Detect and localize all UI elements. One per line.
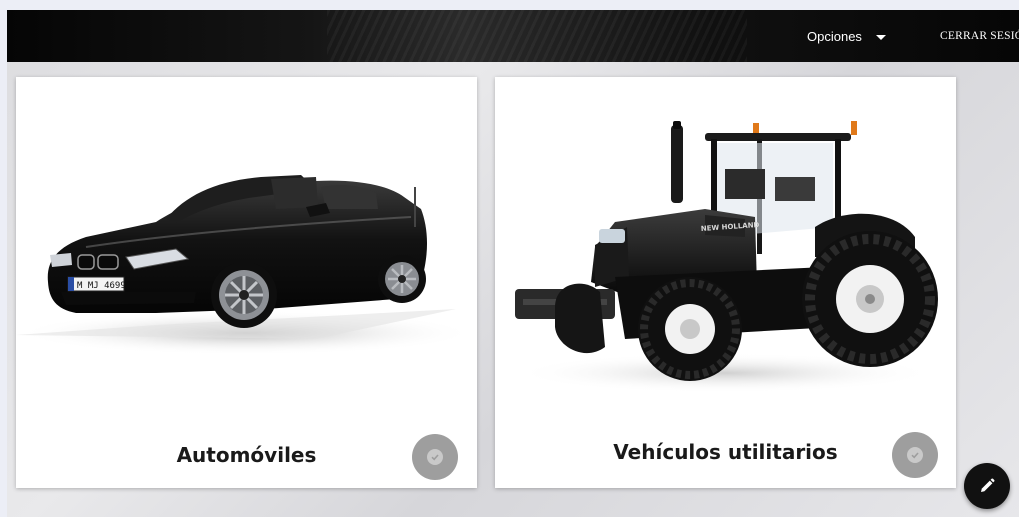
chevron-down-icon [875, 34, 886, 40]
edit-fab-button[interactable] [964, 463, 1010, 509]
options-menu[interactable]: Opciones [807, 10, 886, 62]
category-card-automoviles[interactable]: M MJ 4699 Automóviles [16, 77, 477, 488]
check-circle-icon [427, 449, 443, 465]
logout-button[interactable]: CERRAR SESIÓN [940, 10, 1019, 62]
select-check-button[interactable] [412, 434, 458, 480]
options-menu-label: Opciones [807, 28, 862, 44]
check-circle-icon [907, 447, 923, 463]
card-title: Vehículos utilitarios [613, 440, 838, 464]
category-card-vehiculos-utilitarios[interactable]: NEW HOLLAND Vehículos utilitarios [495, 77, 956, 488]
select-check-button[interactable] [892, 432, 938, 478]
app-background: Opciones CERRAR SESIÓN [7, 10, 1019, 517]
top-navbar: Opciones CERRAR SESIÓN [7, 10, 1019, 62]
card-title: Automóviles [176, 443, 317, 467]
license-plate-text: M MJ 4699 [77, 281, 126, 291]
pencil-icon [981, 478, 995, 492]
navbar-texture [327, 10, 747, 62]
tractor-image: NEW HOLLAND [515, 121, 938, 393]
convertible-car-image: M MJ 4699 [16, 175, 476, 355]
